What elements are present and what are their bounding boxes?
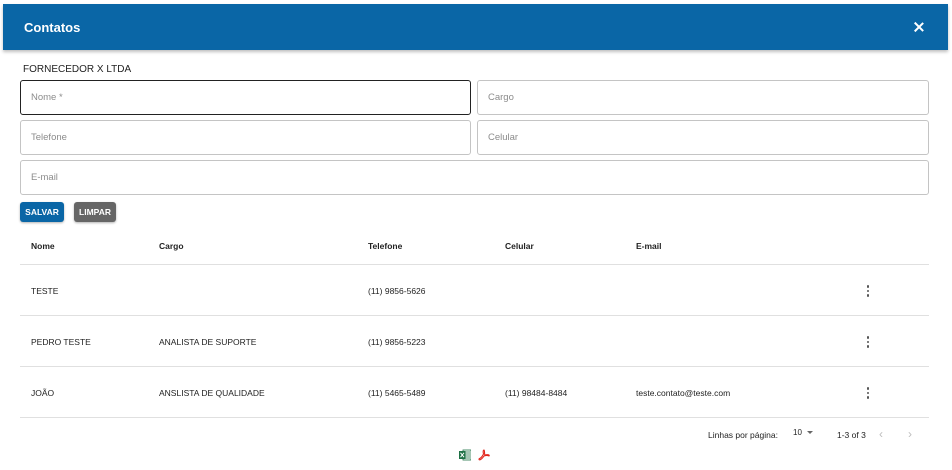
mobile-input[interactable] [478, 121, 928, 154]
rows-per-page-value: 10 [793, 428, 802, 437]
chevron-left-icon[interactable]: ‹ [879, 428, 883, 440]
mobile-field[interactable] [477, 120, 929, 155]
cell-name: TESTE [31, 286, 59, 296]
contacts-dialog: Contatos FORNECEDOR X LTDA SALVAR LIMPAR… [0, 0, 952, 470]
more-vert-icon[interactable] [863, 284, 873, 298]
email-field[interactable] [20, 160, 929, 195]
column-header-role[interactable]: Cargo [159, 241, 184, 251]
phone-input[interactable] [21, 121, 470, 154]
table-row: PEDRO TESTE ANALISTA DE SUPORTE (11) 985… [20, 316, 929, 367]
cell-mobile: (11) 98484-8484 [505, 388, 568, 398]
supplier-name: FORNECEDOR X LTDA [23, 64, 132, 75]
pdf-icon[interactable] [478, 449, 490, 461]
table-row: JOÃO ANSLISTA DE QUALIDADE (11) 5465-548… [20, 367, 929, 418]
cell-name: JOÃO [31, 388, 55, 398]
column-header-phone[interactable]: Telefone [368, 241, 402, 251]
phone-field[interactable] [20, 120, 471, 155]
table-row: TESTE (11) 9856-5626 [20, 265, 929, 316]
cell-name: PEDRO TESTE [31, 337, 91, 347]
email-input[interactable] [21, 161, 928, 194]
role-field[interactable] [477, 80, 929, 115]
more-vert-icon[interactable] [863, 386, 873, 400]
cell-email: teste.contato@teste.com [636, 388, 731, 398]
save-button[interactable]: SALVAR [20, 202, 64, 222]
rows-per-page-label: Linhas por página: [708, 430, 778, 440]
cell-phone: (11) 9856-5223 [368, 337, 426, 347]
contacts-table: Nome Cargo Telefone Celular E-mail TESTE… [20, 226, 929, 418]
clear-button[interactable]: LIMPAR [74, 202, 116, 222]
name-field[interactable] [20, 80, 471, 115]
close-icon[interactable] [912, 20, 926, 34]
column-header-email[interactable]: E-mail [636, 241, 662, 251]
cell-phone: (11) 9856-5626 [368, 286, 426, 296]
rows-per-page-select[interactable]: 10 [793, 428, 813, 437]
table-pagination: Linhas por página: 10 1-3 of 3 ‹ › [0, 428, 952, 442]
cell-role: ANSLISTA DE QUALIDADE [159, 388, 265, 398]
excel-icon[interactable] [459, 449, 471, 461]
chevron-right-icon[interactable]: › [908, 428, 912, 440]
dialog-header: Contatos [3, 4, 948, 50]
role-input[interactable] [478, 81, 928, 114]
column-header-mobile[interactable]: Celular [505, 241, 534, 251]
more-vert-icon[interactable] [863, 335, 873, 349]
export-actions [459, 449, 490, 461]
column-header-name[interactable]: Nome [31, 241, 55, 251]
name-input[interactable] [21, 81, 470, 114]
chevron-down-icon [806, 431, 813, 434]
cell-role: ANALISTA DE SUPORTE [159, 337, 257, 347]
dialog-title: Contatos [24, 19, 81, 35]
page-range: 1-3 of 3 [837, 430, 866, 440]
table-header: Nome Cargo Telefone Celular E-mail [20, 226, 929, 265]
cell-phone: (11) 5465-5489 [368, 388, 426, 398]
